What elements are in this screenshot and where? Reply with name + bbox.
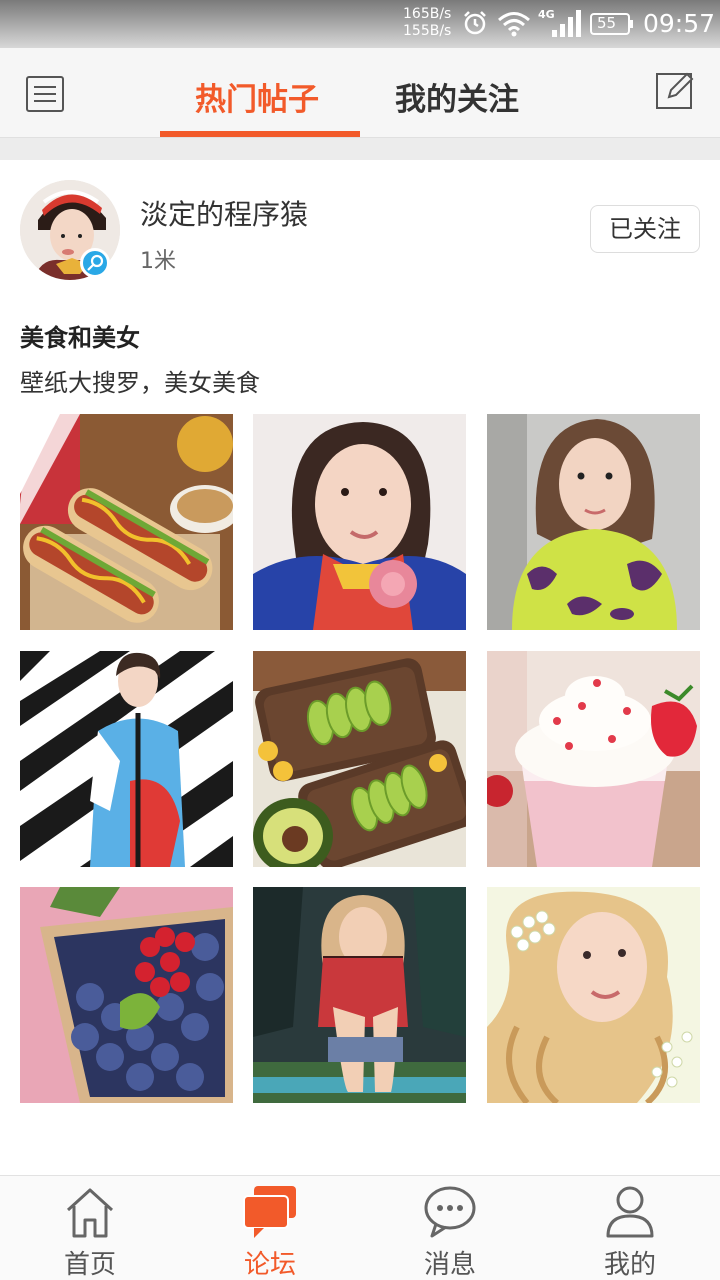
post-image-woman-flowers[interactable] [487,887,700,1103]
distance-label: 1米 [140,249,176,274]
wifi-icon [498,12,530,37]
active-tab-indicator [160,131,360,137]
bottom-navigation: 首页 论坛 消息 我的 [0,1175,720,1280]
profile-icon [606,1186,654,1238]
top-header: 热门帖子 我的关注 [0,48,720,138]
app-screen: 165B/s 155B/s 4G 55 09:57 热门帖子 我的关注 淡定的程… [0,0,720,1280]
tab-my-follows[interactable]: 我的关注 [395,74,519,119]
gender-female-icon [80,248,110,278]
section-divider [0,138,720,160]
post-image-woman-sitting[interactable] [253,887,466,1103]
tab-hot-posts[interactable]: 热门帖子 [195,74,319,119]
post-image-woman-stripes[interactable] [20,651,233,867]
post-image-berries[interactable] [20,887,233,1103]
nav-home-label: 首页 [63,1250,116,1280]
alarm-icon [464,11,486,35]
net-down-speed: 155B/s [403,23,452,39]
post-image-avocado-toast[interactable] [253,651,466,867]
nav-messages-label: 消息 [423,1250,476,1280]
post-meta-row [20,1160,700,1175]
nav-forum-label: 论坛 [243,1250,296,1280]
nav-forum[interactable]: 论坛 [180,1176,360,1280]
edit-icon[interactable] [655,70,695,110]
nav-profile[interactable]: 我的 [540,1176,720,1280]
message-icon [424,1186,476,1238]
follow-button[interactable]: 已关注 [590,205,700,253]
home-icon [66,1188,114,1238]
battery-level: 55 [597,14,617,32]
menu-icon[interactable] [26,76,64,112]
nav-messages[interactable]: 消息 [360,1176,540,1280]
battery-indicator: 55 [590,12,634,36]
network-type-label: 4G [538,8,555,21]
post-image-woman-green[interactable] [487,414,700,630]
nav-home[interactable]: 首页 [0,1176,180,1280]
network-speed: 165B/s 155B/s [403,6,451,40]
post-image-milkshake[interactable] [487,651,700,867]
post-image-hotdogs[interactable] [20,414,233,630]
net-up-speed: 165B/s [403,6,452,22]
post-body: 壁纸大搜罗，美女美食 [20,369,260,397]
nav-profile-label: 我的 [603,1250,656,1280]
post-title: 美食和美女 [20,324,140,352]
username[interactable]: 淡定的程序猿 [140,193,308,233]
forum-icon [243,1186,296,1238]
post-image-woman-scarf[interactable] [253,414,466,630]
signal-icon: 4G [538,8,581,37]
clock: 09:57 [643,9,716,38]
status-bar: 165B/s 155B/s 4G 55 09:57 [0,0,720,48]
post-card[interactable]: 淡定的程序猿 1米 已关注 美食和美女 壁纸大搜罗，美女美食 [0,160,720,1175]
